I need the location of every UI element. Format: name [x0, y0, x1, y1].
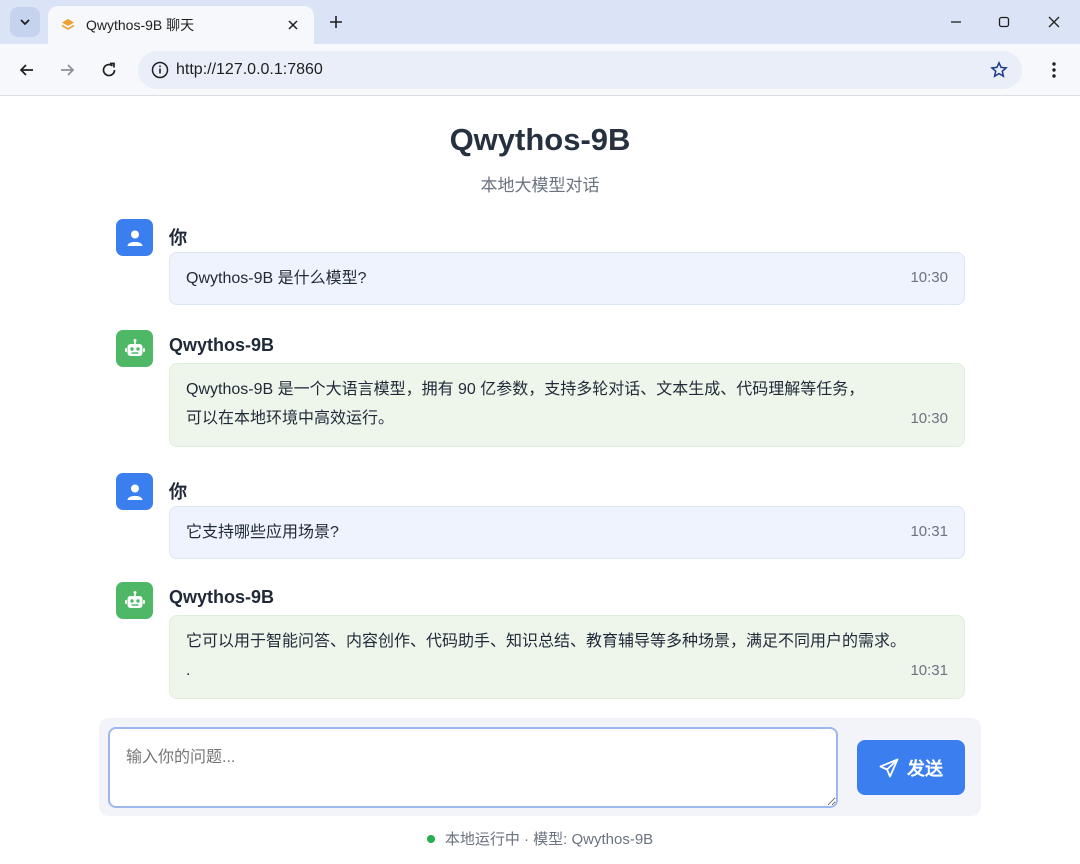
- message-bubble: Qwythos-9B 是什么模型? 10:30: [169, 252, 965, 305]
- user-avatar: [116, 219, 153, 256]
- message-sender: Qwythos-9B: [169, 335, 275, 355]
- active-tab[interactable]: Qwythos-9B 聊天: [48, 6, 314, 44]
- message-time: 10:31: [910, 523, 948, 540]
- layers-icon: [60, 17, 76, 33]
- close-icon[interactable]: [284, 16, 302, 34]
- status-text: 本地运行中 · 模型: Qwythos-9B: [444, 831, 654, 848]
- chevron-down-icon: [20, 19, 30, 26]
- browser-toolbar: http://127.0.0.1:7860: [0, 44, 1080, 96]
- tab-title: Qwythos-9B 聊天: [86, 17, 195, 33]
- message-bubble: 它支持哪些应用场景? 10:31: [169, 506, 965, 559]
- close-icon[interactable]: [1040, 8, 1068, 36]
- message-time: 10:31: [910, 662, 948, 679]
- more-vertical-icon[interactable]: [1040, 56, 1068, 84]
- tab-search-button[interactable]: [10, 7, 40, 37]
- arrow-left-icon[interactable]: [13, 56, 41, 84]
- message-bubble: Qwythos-9B 是一个大语言模型，拥有 90 亿参数，支持多轮对话、文本生…: [169, 363, 965, 447]
- maximize-icon[interactable]: [990, 8, 1018, 36]
- message-text-line: 可以在本地环境中高效运行。: [186, 410, 395, 427]
- robot-icon: [124, 590, 145, 608]
- page-subtitle: 本地大模型对话: [480, 176, 600, 195]
- status-indicator: [426, 834, 435, 843]
- user-icon: [127, 230, 142, 246]
- plus-icon[interactable]: [324, 10, 348, 34]
- message-time: 10:30: [910, 269, 948, 286]
- composer-panel: 发送: [99, 718, 981, 816]
- message-text-line: Qwythos-9B 是一个大语言模型，拥有 90 亿参数，支持多轮对话、文本生…: [186, 381, 865, 398]
- message-text: Qwythos-9B 是什么模型?: [186, 270, 367, 287]
- message-bubble: 它可以用于智能问答、内容创作、代码助手、知识总结、教育辅导等多种场景，满足不同用…: [169, 615, 965, 699]
- message-sender: Qwythos-9B: [169, 587, 275, 607]
- tab-strip: Qwythos-9B 聊天: [0, 0, 1080, 44]
- reload-icon[interactable]: [95, 56, 123, 84]
- minimize-icon[interactable]: [942, 8, 970, 36]
- chat-page: Qwythos-9B 本地大模型对话 你 Qwythos-9B 是什么模型? 1…: [0, 97, 1080, 864]
- url-text: http://127.0.0.1:7860: [176, 61, 323, 78]
- robot-icon: [124, 338, 145, 356]
- star-icon[interactable]: [988, 59, 1010, 81]
- message-text-line: .: [186, 662, 191, 679]
- message-sender: 你: [169, 482, 187, 502]
- address-bar[interactable]: http://127.0.0.1:7860: [138, 51, 1022, 89]
- message-sender: 你: [169, 228, 187, 248]
- send-button-label: 发送: [907, 758, 943, 779]
- arrow-right-icon[interactable]: [53, 56, 81, 84]
- message-time: 10:30: [910, 410, 948, 427]
- user-avatar: [116, 473, 153, 510]
- message-text-line: 它可以用于智能问答、内容创作、代码助手、知识总结、教育辅导等多种场景，满足不同用…: [186, 633, 907, 650]
- message-text: 它支持哪些应用场景?: [186, 524, 339, 541]
- bot-avatar: [116, 330, 153, 367]
- info-icon[interactable]: [150, 60, 170, 80]
- message-input[interactable]: [108, 727, 838, 808]
- user-icon: [127, 484, 142, 500]
- send-button[interactable]: 发送: [857, 740, 965, 795]
- send-icon: [879, 758, 899, 777]
- status-bar: 本地运行中 · 模型: Qwythos-9B: [0, 828, 1080, 849]
- bot-avatar: [116, 582, 153, 619]
- page-title: Qwythos-9B: [449, 122, 631, 157]
